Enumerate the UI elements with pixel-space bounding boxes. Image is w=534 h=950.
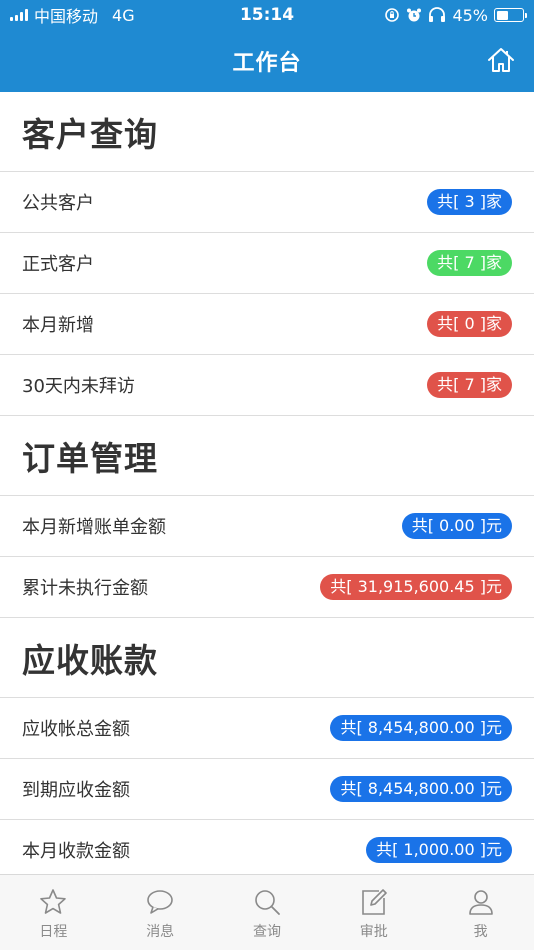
count-badge: 共[ 7 ]家	[427, 250, 512, 276]
amount-badge: 共[ 1,000.00 ]元	[366, 837, 512, 863]
tab-approval[interactable]: 审批	[320, 875, 427, 950]
battery-fill	[496, 10, 508, 20]
search-icon	[255, 890, 280, 915]
section-title-receivables: 应收账款	[0, 618, 534, 698]
row-label: 应收帐总金额	[22, 719, 130, 740]
row-label: 公共客户	[22, 193, 94, 214]
list-item-total-receivable[interactable]: 应收帐总金额 共[ 8,454,800.00 ]元	[0, 698, 534, 759]
amount-badge: 共[ 8,454,800.00 ]元	[330, 715, 512, 741]
section-title-customer-query: 客户查询	[0, 92, 534, 172]
status-bar: 中国移动 4G 15:14 45%	[0, 0, 534, 30]
tab-label: 我	[473, 924, 488, 940]
list-item-formal-customers[interactable]: 正式客户 共[ 7 ]家	[0, 233, 534, 294]
list-item-due-receivable[interactable]: 到期应收金额 共[ 8,454,800.00 ]元	[0, 759, 534, 820]
rotation-lock-icon	[385, 8, 400, 22]
tab-me[interactable]: 我	[427, 875, 534, 950]
page-title: 工作台	[232, 51, 302, 76]
count-badge: 共[ 3 ]家	[427, 189, 512, 215]
status-left: 中国移动 4G	[10, 3, 200, 27]
row-label: 30天内未拜访	[22, 376, 135, 397]
list-item-collected-this-month[interactable]: 本月收款金额 共[ 1,000.00 ]元	[0, 820, 534, 874]
tab-bar: 日程 消息 查询 审批 我	[0, 874, 534, 950]
row-label: 本月收款金额	[22, 841, 130, 862]
alarm-icon	[407, 8, 422, 22]
row-label: 本月新增账单金额	[22, 517, 166, 538]
headphones-icon	[429, 7, 446, 22]
main-content: 客户查询 公共客户 共[ 3 ]家 正式客户 共[ 7 ]家 本月新增 共[ 0…	[0, 92, 534, 874]
status-right: 45%	[334, 5, 527, 25]
section-title-order-management: 订单管理	[0, 416, 534, 496]
tab-label: 查询	[252, 924, 281, 940]
status-time: 15:14	[239, 5, 295, 25]
carrier-label: 中国移动	[34, 7, 99, 26]
signal-icon	[10, 9, 28, 21]
user-icon	[468, 890, 493, 915]
list-item-not-visited-30-days[interactable]: 30天内未拜访 共[ 7 ]家	[0, 355, 534, 416]
row-label: 到期应收金额	[22, 780, 130, 801]
list-item-new-bill-amount[interactable]: 本月新增账单金额 共[ 0.00 ]元	[0, 496, 534, 557]
star-icon	[40, 889, 67, 914]
tab-schedule[interactable]: 日程	[0, 875, 107, 950]
home-icon[interactable]	[486, 45, 516, 75]
edit-icon	[361, 889, 387, 915]
amount-badge: 共[ 0.00 ]元	[401, 513, 512, 539]
tab-label: 审批	[359, 924, 388, 940]
count-badge: 共[ 0 ]家	[427, 311, 512, 337]
list-item-unexecuted-amount[interactable]: 累计未执行金额 共[ 31,915,600.45 ]元	[0, 557, 534, 618]
row-label: 正式客户	[22, 254, 94, 275]
tab-label: 消息	[146, 924, 175, 940]
list-item-new-this-month[interactable]: 本月新增 共[ 0 ]家	[0, 294, 534, 355]
amount-badge: 共[ 8,454,800.00 ]元	[330, 776, 512, 802]
amount-badge: 共[ 31,915,600.45 ]元	[320, 574, 512, 600]
chat-bubble-icon	[147, 890, 173, 914]
header: 工作台	[0, 30, 534, 92]
tab-messages[interactable]: 消息	[107, 875, 214, 950]
network-label: 4G	[112, 5, 135, 25]
tab-query[interactable]: 查询	[214, 875, 321, 950]
battery-percent: 45%	[452, 5, 488, 25]
count-badge: 共[ 7 ]家	[427, 372, 512, 398]
battery-icon	[494, 8, 527, 22]
tab-label: 日程	[39, 924, 68, 940]
row-label: 累计未执行金额	[22, 578, 148, 599]
list-item-public-customers[interactable]: 公共客户 共[ 3 ]家	[0, 172, 534, 233]
row-label: 本月新增	[22, 315, 94, 336]
